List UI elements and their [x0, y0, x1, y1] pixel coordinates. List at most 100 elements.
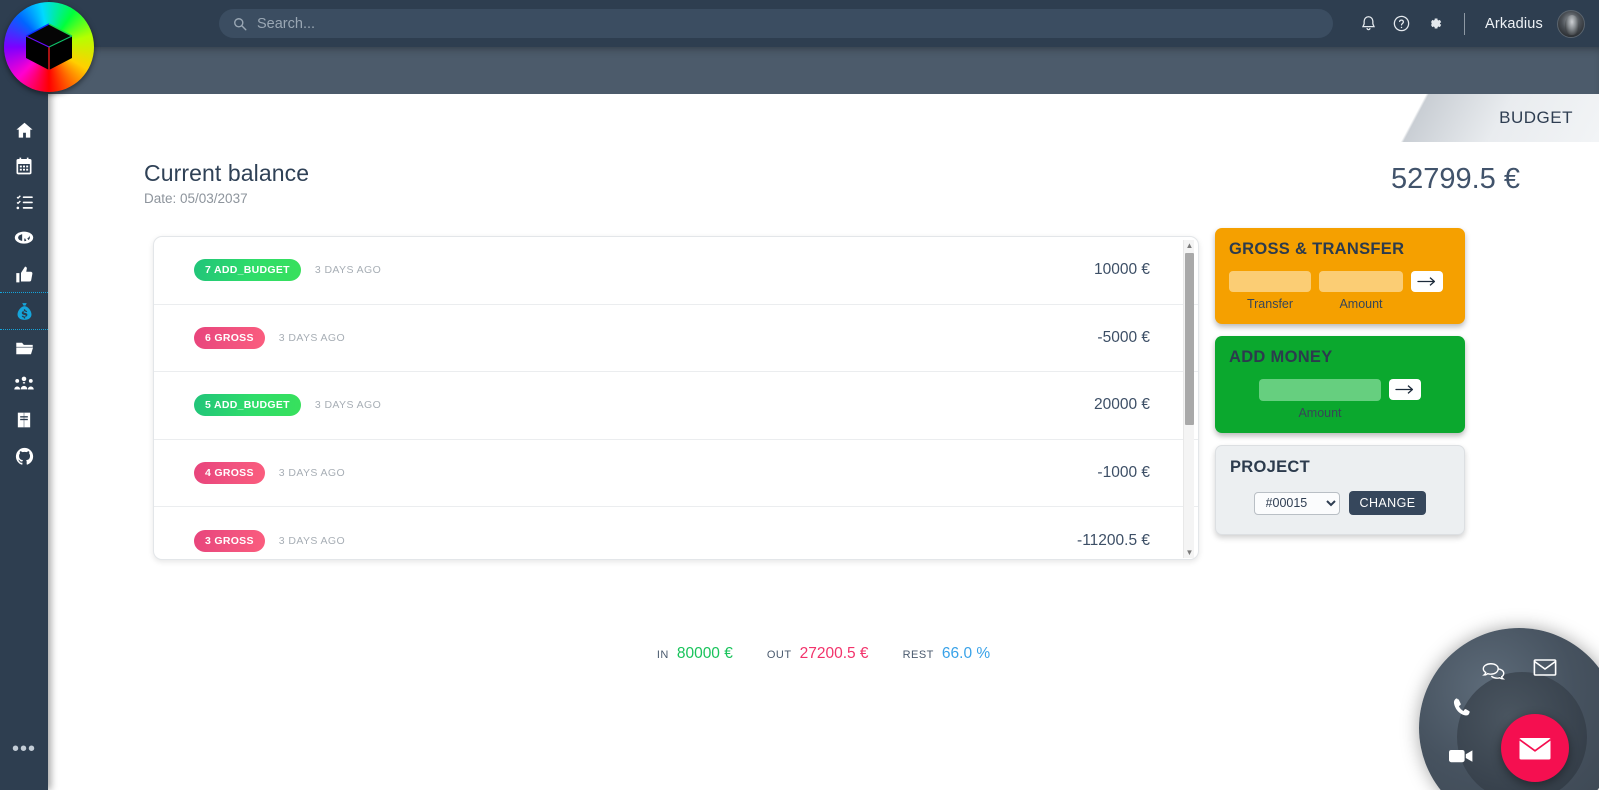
content-area: BUDGET Current balance Date: 05/03/2037 …	[48, 94, 1599, 790]
sidebar: •••	[0, 0, 48, 790]
video-icon[interactable]	[1448, 747, 1474, 765]
summary-in: IN 80000 €	[657, 645, 733, 663]
gross-submit-button[interactable]	[1411, 271, 1443, 292]
scroll-down-icon[interactable]: ▼	[1184, 547, 1195, 558]
table-row[interactable]: 7 ADD_BUDGET 3 DAYS AGO 10000 €	[154, 237, 1198, 305]
sidebar-item-team[interactable]	[0, 366, 48, 402]
top-bar: Arkadius	[0, 0, 1599, 47]
sidebar-item-tasks[interactable]	[0, 184, 48, 220]
scrollbar-thumb[interactable]	[1185, 253, 1194, 425]
summary-out-value: 27200.5 €	[799, 645, 869, 662]
transaction-amount: -5000 €	[1097, 328, 1150, 346]
add-money-submit-button[interactable]	[1389, 379, 1421, 400]
transactions-card: 7 ADD_BUDGET 3 DAYS AGO 10000 € 6 GROSS 3 DA…	[153, 236, 1199, 560]
page-date: Date: 05/03/2037	[144, 191, 248, 206]
transaction-time: 3 DAYS AGO	[278, 466, 346, 479]
sidebar-item-home[interactable]	[0, 112, 48, 148]
transaction-time: 3 DAYS AGO	[278, 331, 346, 344]
transaction-amount: -11200.5 €	[1077, 531, 1150, 549]
fab-main-button[interactable]	[1501, 714, 1569, 782]
help-circle-icon[interactable]	[1392, 14, 1411, 33]
sidebar-item-r-project[interactable]	[0, 220, 48, 256]
transaction-badge: 4 GROSS	[194, 461, 265, 484]
transaction-time: 3 DAYS AGO	[314, 399, 382, 412]
page-header: Current balance Date: 05/03/2037	[144, 160, 309, 206]
sidebar-item-calendar[interactable]	[0, 148, 48, 184]
top-bar-actions: Arkadius	[1359, 0, 1585, 47]
transaction-badge: 7 ADD_BUDGET	[194, 259, 301, 282]
transaction-badge: 5 ADD_BUDGET	[194, 394, 301, 417]
transaction-badge: 6 GROSS	[194, 326, 265, 349]
transaction-time: 3 DAYS AGO	[278, 534, 346, 547]
summary-rest-value: 66.0 %	[941, 645, 991, 662]
gross-transfer-card: GROSS & TRANSFER Transfer Amount	[1215, 228, 1465, 324]
add-money-form: Amount	[1229, 379, 1451, 420]
bell-icon[interactable]	[1359, 14, 1378, 33]
transfer-select[interactable]	[1229, 271, 1311, 292]
add-money-amount-field: Amount	[1259, 379, 1381, 420]
sidebar-item-github[interactable]	[0, 438, 48, 474]
transfer-field: Transfer	[1229, 271, 1311, 311]
avatar[interactable]	[1557, 9, 1585, 38]
summary-in-label: IN	[656, 649, 669, 661]
list-scrollbar[interactable]: ▲ ▼	[1183, 240, 1194, 558]
app-root: Arkadius	[0, 0, 1599, 790]
budget-tab-label: BUDGET	[1499, 108, 1573, 127]
project-card: PROJECT #00015 CHANGE	[1215, 445, 1465, 535]
transaction-amount: 10000 €	[1093, 261, 1150, 279]
chat-icon[interactable]	[1481, 661, 1507, 681]
transaction-amount: 20000 €	[1093, 396, 1150, 414]
table-row[interactable]: 5 ADD_BUDGET 3 DAYS AGO 20000 €	[154, 372, 1198, 440]
transfer-label: Transfer	[1246, 297, 1294, 311]
search-input[interactable]	[257, 11, 1307, 36]
add-money-amount-input[interactable]	[1259, 379, 1381, 401]
phone-icon[interactable]	[1451, 696, 1473, 718]
summary-out-label: OUT	[766, 649, 792, 661]
sidebar-item-likes[interactable]	[0, 256, 48, 292]
cube-logo[interactable]	[4, 2, 94, 92]
table-row[interactable]: 3 GROSS 3 DAYS AGO -11200.5 €	[154, 507, 1198, 559]
project-select[interactable]: #00015	[1253, 491, 1340, 515]
table-row[interactable]: 6 GROSS 3 DAYS AGO -5000 €	[154, 305, 1198, 372]
gross-amount-input[interactable]	[1319, 271, 1403, 292]
transactions-list[interactable]: 7 ADD_BUDGET 3 DAYS AGO 10000 € 6 GROSS 3 DA…	[154, 237, 1198, 559]
transaction-amount: -1000 €	[1097, 463, 1150, 481]
arrow-right-icon	[1395, 384, 1415, 395]
summary-out: OUT 27200.5 €	[767, 645, 869, 663]
summary-bar: IN 80000 € OUT 27200.5 € REST 66.0 %	[48, 645, 1599, 663]
transaction-badge: 3 GROSS	[194, 529, 265, 552]
arrow-right-icon	[1417, 276, 1437, 287]
gross-transfer-title: GROSS & TRANSFER	[1229, 240, 1405, 258]
floating-action-menu	[1419, 628, 1599, 790]
sidebar-item-files[interactable]	[0, 330, 48, 366]
summary-in-value: 80000 €	[676, 645, 733, 662]
gross-transfer-form: Transfer Amount	[1229, 271, 1451, 311]
search-icon	[233, 17, 247, 31]
mail-icon[interactable]	[1533, 658, 1557, 677]
sidebar-item-docs[interactable]	[0, 402, 48, 438]
table-row[interactable]: 4 GROSS 3 DAYS AGO -1000 €	[154, 440, 1198, 507]
gear-icon[interactable]	[1425, 14, 1444, 33]
search-bar[interactable]	[219, 9, 1333, 38]
sidebar-more-button[interactable]: •••	[0, 738, 48, 760]
gross-amount-label: Amount	[1339, 297, 1383, 311]
project-form: #00015 CHANGE	[1230, 491, 1450, 515]
add-money-amount-label: Amount	[1298, 406, 1342, 420]
total-balance: 52799.5 €	[1390, 163, 1520, 195]
gross-amount-field: Amount	[1319, 271, 1403, 311]
divider	[1463, 12, 1465, 35]
transaction-time: 3 DAYS AGO	[314, 264, 382, 277]
page-title: Current balance	[144, 160, 310, 186]
add-money-title: ADD MONEY	[1229, 348, 1333, 366]
envelope-icon	[1518, 736, 1552, 761]
widgets-panel: GROSS & TRANSFER Transfer Amount ADD MON…	[1215, 228, 1465, 547]
budget-tab: BUDGET	[1349, 94, 1599, 142]
summary-rest-label: REST	[902, 649, 934, 661]
add-money-card: ADD MONEY Amount	[1215, 336, 1465, 433]
sub-bar	[0, 47, 1599, 94]
project-change-button[interactable]: CHANGE	[1348, 491, 1427, 515]
scroll-up-icon[interactable]: ▲	[1184, 240, 1195, 251]
sidebar-nav	[0, 112, 48, 474]
user-name: Arkadius	[1484, 15, 1543, 32]
sidebar-item-budget[interactable]	[0, 292, 48, 330]
